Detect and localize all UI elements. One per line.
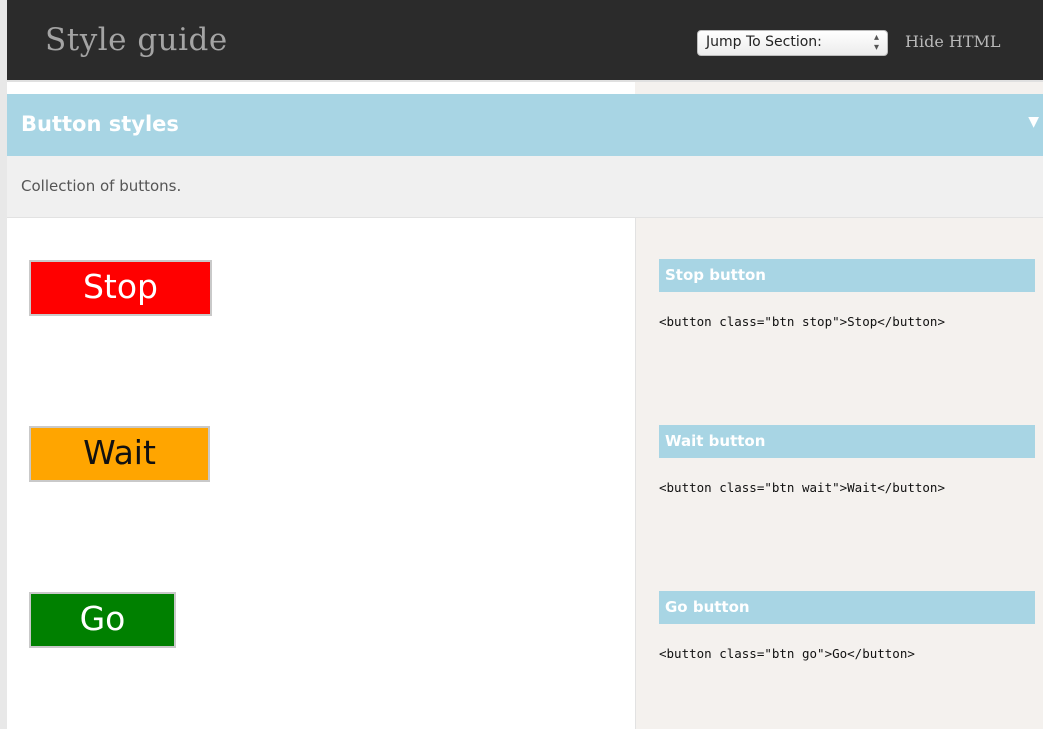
jump-to-section-label: Jump To Section: bbox=[706, 34, 822, 50]
wait-button-title: Wait button bbox=[659, 425, 1035, 458]
stop-button-title: Stop button bbox=[659, 259, 1035, 292]
spacer-left bbox=[7, 80, 635, 94]
collapse-toggle-icon[interactable]: ▼ bbox=[1028, 114, 1039, 130]
stop-button-code: <button class="btn stop">Stop</button> bbox=[659, 314, 945, 329]
go-button-code: <button class="btn go">Go</button> bbox=[659, 646, 915, 661]
description-text: Collection of buttons. bbox=[21, 177, 182, 195]
select-arrows-icon: ▴ ▾ bbox=[873, 32, 879, 53]
hide-html-link[interactable]: Hide HTML bbox=[905, 32, 1001, 51]
wait-button[interactable]: Wait bbox=[29, 426, 210, 482]
code-panel: Stop button <button class="btn stop">Sto… bbox=[635, 218, 1043, 729]
app-frame: Style guide Jump To Section: ▴ ▾ Hide HTM… bbox=[0, 0, 1043, 729]
section-header[interactable]: Button styles ▼ bbox=[7, 94, 1043, 156]
section-description: Collection of buttons. bbox=[7, 156, 1043, 218]
go-button[interactable]: Go bbox=[29, 592, 176, 648]
jump-to-section-select[interactable]: Jump To Section: ▴ ▾ bbox=[697, 30, 888, 56]
spacer-right bbox=[635, 80, 1043, 94]
wait-button-code: <button class="btn wait">Wait</button> bbox=[659, 480, 945, 495]
app-title: Style guide bbox=[45, 22, 228, 58]
go-button-title: Go button bbox=[659, 591, 1035, 624]
stop-button[interactable]: Stop bbox=[29, 260, 212, 316]
top-header: Style guide Jump To Section: ▴ ▾ Hide HTM… bbox=[7, 0, 1043, 80]
section-title: Button styles bbox=[21, 112, 179, 136]
demo-panel: Stop Wait Go bbox=[7, 218, 635, 729]
